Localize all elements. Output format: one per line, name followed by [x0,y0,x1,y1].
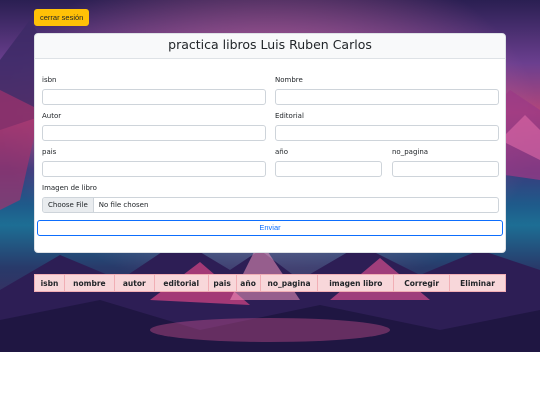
choose-file-button[interactable]: Choose File [43,198,94,212]
nombre-label: Nombre [275,76,303,84]
nombre-input[interactable] [275,89,499,105]
no-pagina-label: no_pagina [392,148,429,156]
isbn-label: isbn [42,76,57,84]
column-header-editorial: editorial [153,274,209,292]
books-table: isbn nombre autor editorial pais año no_… [34,274,506,292]
anio-input[interactable] [275,161,382,177]
column-header-nombre: nombre [63,274,115,292]
page-title: practica libros Luis Ruben Carlos [35,34,505,59]
submit-button[interactable]: Enviar [37,220,503,236]
image-label: Imagen de libro [42,184,97,192]
autor-input[interactable] [42,125,266,141]
column-header-isbn: isbn [34,274,65,292]
image-file-input[interactable]: Choose File No file chosen [42,197,499,213]
no-pagina-input[interactable] [392,161,499,177]
isbn-input[interactable] [42,89,266,105]
file-status: No file chosen [98,201,149,209]
anio-label: año [275,148,289,156]
table-header-row: isbn nombre autor editorial pais año no_… [34,274,506,292]
editorial-input[interactable] [275,125,499,141]
column-header-no-pagina: no_pagina [259,274,319,292]
column-header-imagen-libro: imagen libro [317,274,395,292]
logout-button[interactable]: cerrar sesión [34,9,90,26]
book-form-card: practica libros Luis Ruben Carlos isbn N… [34,33,506,253]
pais-label: pais [42,148,57,156]
column-header-autor: autor [113,274,155,292]
editorial-label: Editorial [275,112,304,120]
column-header-pais: pais [207,274,237,292]
autor-label: Autor [42,112,62,120]
pais-input[interactable] [42,161,266,177]
column-header-corregir: Corregir [393,274,451,292]
column-header-eliminar: Eliminar [449,274,506,292]
column-header-anio: año [235,274,261,292]
